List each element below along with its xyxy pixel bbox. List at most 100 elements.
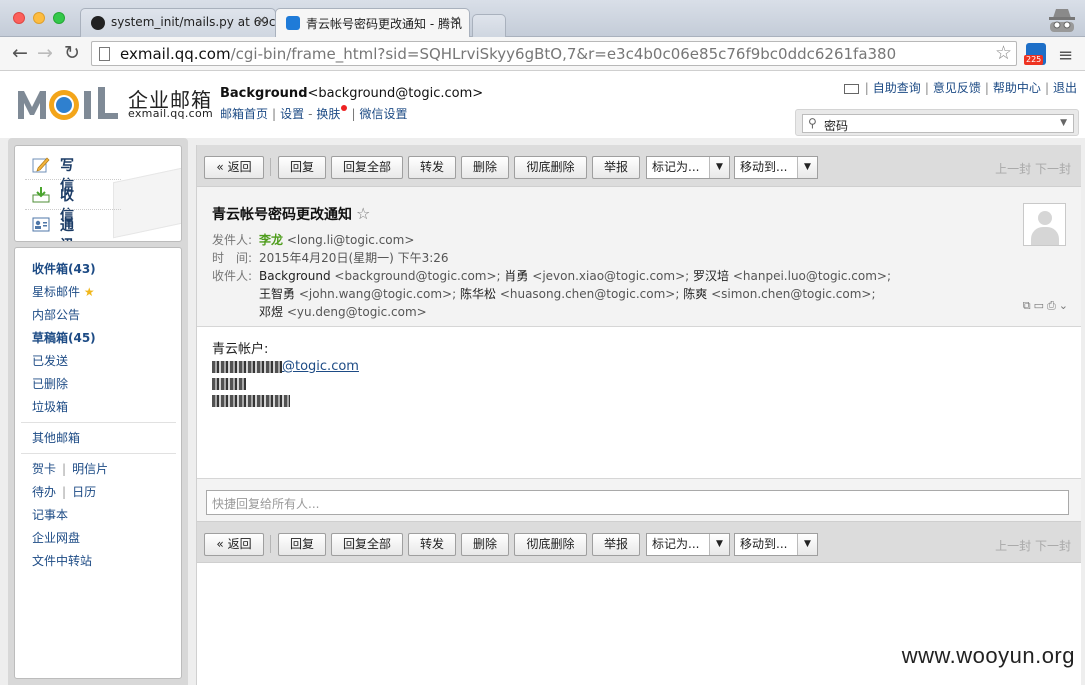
reply-all-button[interactable]: 回复全部 — [331, 156, 403, 179]
window-zoom-button[interactable] — [53, 12, 65, 24]
time-label: 时 间: — [212, 251, 253, 265]
recipient-name[interactable]: Background — [259, 269, 331, 283]
delete-permanently-button[interactable]: 彻底删除 — [514, 156, 587, 179]
browser-toolbar: ← → ↻ exmail.qq.com/cgi-bin/frame_html?s… — [0, 37, 1085, 71]
file-transfer-link[interactable]: 文件中转站 — [32, 552, 92, 569]
to-label: 收件人: — [212, 269, 253, 283]
report-button[interactable]: 举报 — [592, 533, 640, 556]
mail-view-tools: ⧉▭⎙⌄ — [1023, 299, 1071, 313]
url-text[interactable]: exmail.qq.com/cgi-bin/frame_html?sid=SQH… — [120, 45, 896, 63]
back-button[interactable]: « 返回 — [204, 533, 264, 556]
star-outline-icon[interactable]: ☆ — [356, 204, 370, 223]
sender-avatar[interactable] — [1023, 203, 1066, 246]
body-redacted-line — [212, 375, 359, 392]
github-icon — [91, 16, 105, 30]
move-to-select[interactable]: 移动到... ▼ — [734, 156, 818, 179]
tab-close-icon[interactable]: ✕ — [256, 14, 267, 29]
folder-drafts[interactable]: 草稿箱(45) — [32, 329, 96, 346]
folder-inbox[interactable]: 收件箱(43) — [32, 260, 96, 277]
print-icon[interactable]: ⎙ — [1047, 299, 1059, 312]
chevron-down-icon: ▼ — [797, 157, 817, 178]
keyboard-icon[interactable] — [843, 83, 859, 94]
folder-deleted[interactable]: 已删除 — [32, 375, 68, 392]
reply-all-button[interactable]: 回复全部 — [331, 533, 403, 556]
folder-spam[interactable]: 垃圾箱 — [32, 398, 68, 415]
bookmark-star-icon[interactable]: ☆ — [995, 42, 1012, 64]
recipient-name[interactable]: 陈华松 — [460, 287, 496, 301]
account-email: <background@togic.com> — [307, 86, 484, 101]
folder-announcements[interactable]: 内部公告 — [32, 306, 80, 323]
feedback-link[interactable]: 意见反馈 — [933, 81, 981, 95]
reply-button[interactable]: 回复 — [278, 533, 326, 556]
from-label: 发件人: — [212, 233, 253, 247]
browser-tab-exmail[interactable]: 青云帐号密码更改通知 - 腾讯 ✕ — [275, 8, 470, 38]
delete-button[interactable]: 删除 — [461, 156, 509, 179]
postcard-link[interactable]: 明信片 — [72, 462, 108, 476]
todo-link[interactable]: 待办 — [32, 485, 56, 499]
folder-list: 收件箱(43) 星标邮件 ★ 内部公告 草稿箱(45) 已发送 已删除 垃圾箱 … — [14, 247, 182, 679]
tab-title: 青云帐号密码更改通知 - 腾讯 — [306, 17, 462, 31]
account-email-link[interactable]: @togic.com — [282, 359, 359, 374]
new-tab-button[interactable] — [472, 14, 506, 37]
recipient-name[interactable]: 肖勇 — [504, 269, 528, 283]
recipient-name[interactable]: 邓煜 — [259, 305, 283, 319]
folder-starred[interactable]: 星标邮件 ★ — [32, 283, 95, 300]
other-mailbox-link[interactable]: 其他邮箱 — [32, 429, 80, 446]
source-icon[interactable]: ▭ — [1034, 299, 1047, 312]
self-service-link[interactable]: 自助查询 — [873, 81, 921, 95]
forward-arrow-icon[interactable]: → — [37, 43, 53, 63]
mark-as-select[interactable]: 标记为... ▼ — [646, 533, 730, 556]
delete-button[interactable]: 删除 — [461, 533, 509, 556]
tab-title: system_init/mails.py at 69c — [111, 15, 276, 29]
tab-close-icon[interactable]: ✕ — [450, 14, 461, 29]
chevron-down-icon[interactable]: ▼ — [1060, 118, 1067, 128]
body-redacted-line — [212, 392, 359, 409]
new-window-icon[interactable]: ⧉ — [1023, 299, 1034, 312]
recipients-row: 王智勇 <john.wang@togic.com>; 陈华松 <huasong.… — [259, 287, 876, 301]
search-input[interactable]: ⚲ 密码 ▼ — [802, 114, 1074, 133]
forward-button[interactable]: 转发 — [408, 533, 456, 556]
reply-button[interactable]: 回复 — [278, 156, 326, 179]
prev-mail-link[interactable]: 上一封 — [995, 162, 1031, 176]
move-to-select[interactable]: 移动到... ▼ — [734, 533, 818, 556]
recipient-name[interactable]: 王智勇 — [259, 287, 295, 301]
logout-link[interactable]: 退出 — [1053, 81, 1077, 95]
next-mail-link[interactable]: 下一封 — [1035, 162, 1071, 176]
wechat-settings-link[interactable]: 微信设置 — [359, 107, 407, 121]
window-close-button[interactable] — [13, 12, 25, 24]
forward-button[interactable]: 转发 — [408, 156, 456, 179]
notes-link[interactable]: 记事本 — [32, 506, 68, 523]
browser-tab-github[interactable]: system_init/mails.py at 69c ✕ — [80, 8, 276, 37]
enterprise-disk-link[interactable]: 企业网盘 — [32, 529, 80, 546]
back-arrow-icon[interactable]: ← — [12, 43, 28, 63]
chevron-down-icon[interactable]: ⌄ — [1059, 299, 1071, 312]
incognito-icon — [1049, 9, 1075, 32]
browser-menu-icon[interactable]: ≡ — [1058, 45, 1073, 66]
new-dot-icon — [341, 105, 348, 111]
reload-icon[interactable]: ↻ — [64, 43, 80, 63]
back-button[interactable]: « 返回 — [204, 156, 264, 179]
address-bar[interactable]: exmail.qq.com/cgi-bin/frame_html?sid=SQH… — [91, 41, 1017, 66]
recipient-name[interactable]: 陈爽 — [683, 287, 707, 301]
quick-reply-input[interactable]: 快捷回复给所有人... — [206, 490, 1069, 515]
sender-name[interactable]: 李龙 — [259, 233, 283, 247]
mail-home-link[interactable]: 邮箱首页 — [220, 107, 268, 121]
folder-sent[interactable]: 已发送 — [32, 352, 68, 369]
next-mail-link[interactable]: 下一封 — [1035, 539, 1071, 553]
help-link[interactable]: 帮助中心 — [993, 81, 1041, 95]
from-row: 发件人: 李龙 <long.li@togic.com> — [212, 231, 414, 248]
settings-link[interactable]: 设置 — [280, 107, 304, 121]
delete-permanently-button[interactable]: 彻底删除 — [514, 533, 587, 556]
pager: 上一封 下一封 — [995, 160, 1071, 177]
extension-icon[interactable]: 225 — [1024, 43, 1046, 65]
pencil-icon — [32, 157, 50, 173]
skin-link[interactable]: 换肤 — [316, 107, 340, 121]
calendar-link[interactable]: 日历 — [72, 485, 96, 499]
window-minimize-button[interactable] — [33, 12, 45, 24]
prev-mail-link[interactable]: 上一封 — [995, 539, 1031, 553]
report-button[interactable]: 举报 — [592, 156, 640, 179]
greeting-card-link[interactable]: 贺卡 — [32, 462, 56, 476]
mark-as-select[interactable]: 标记为... ▼ — [646, 156, 730, 179]
recipient-name[interactable]: 罗汉培 — [693, 269, 729, 283]
redacted-text — [212, 360, 282, 373]
